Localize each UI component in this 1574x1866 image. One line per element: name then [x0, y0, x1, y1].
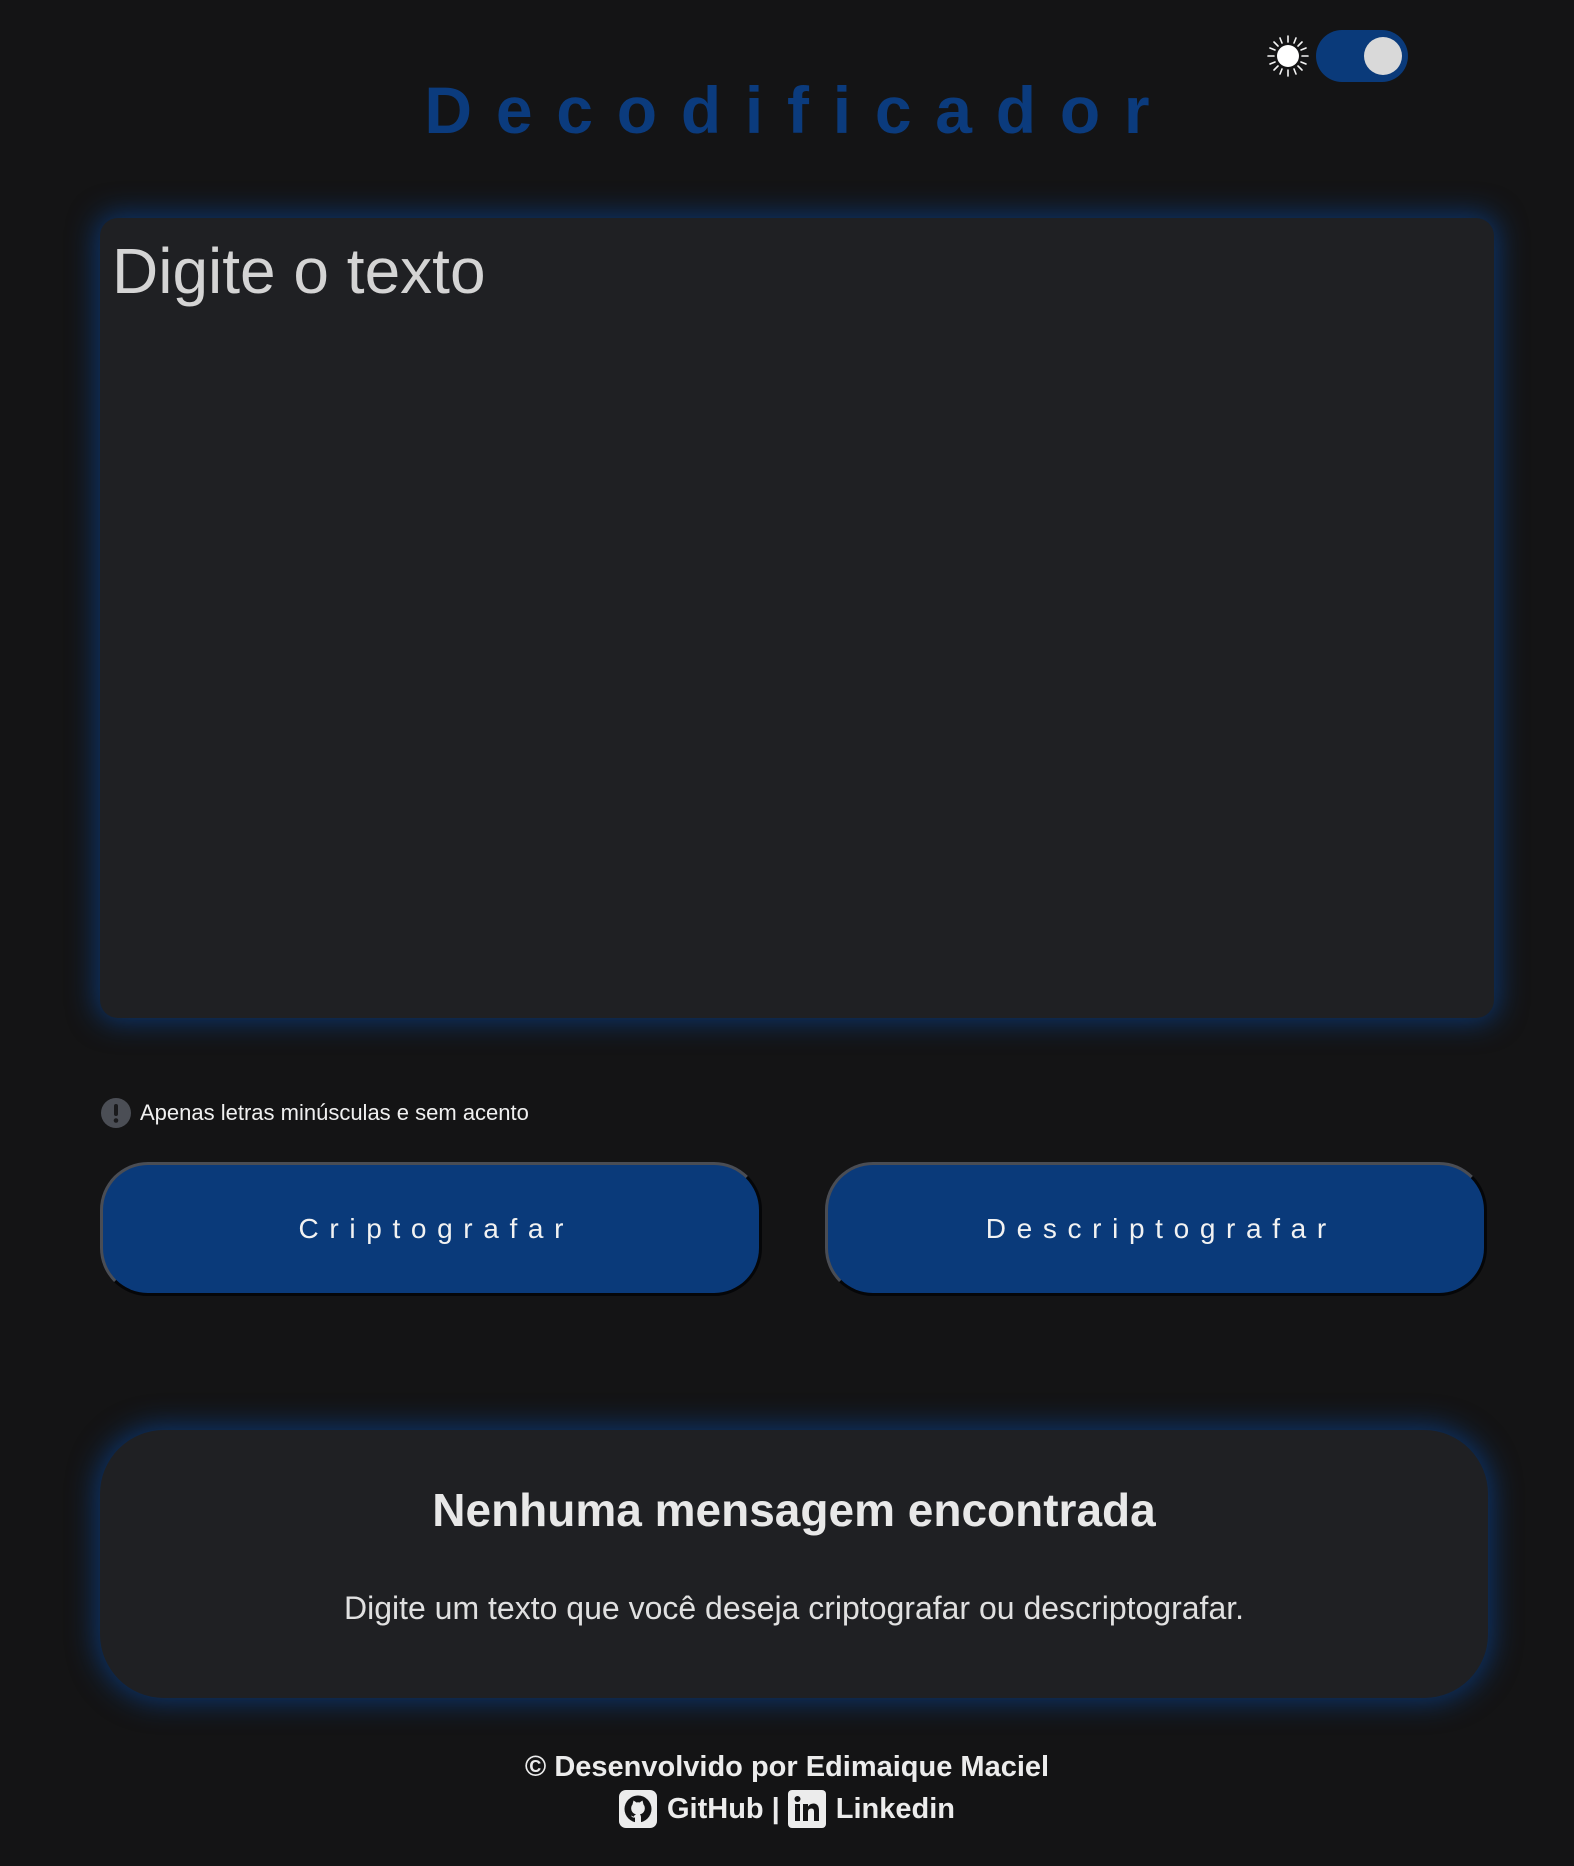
linkedin-icon [787, 1790, 826, 1828]
github-link[interactable]: GitHub [618, 1789, 764, 1829]
message-input[interactable] [100, 218, 1494, 1018]
footer: © Desenvolvido por Edimaique Maciel GitH… [0, 1747, 1574, 1829]
alert-circle-icon [101, 1098, 131, 1128]
github-icon [618, 1790, 657, 1828]
linkedin-label: Linkedin [835, 1793, 955, 1825]
linkedin-link[interactable]: Linkedin [787, 1789, 955, 1829]
result-title: Nenhuma mensagem encontrada [432, 1484, 1156, 1536]
hint-text: Apenas letras minúsculas e sem acento [140, 1100, 529, 1125]
link-separator: | [771, 1793, 780, 1825]
footer-links: GitHub | Linkedin [0, 1789, 1574, 1829]
footer-credit: © Desenvolvido por Edimaique Maciel [524, 1751, 1050, 1783]
encrypt-button[interactable]: Criptografar [100, 1162, 762, 1296]
result-panel: Nenhuma mensagem encontrada Digite um te… [100, 1430, 1488, 1698]
github-label: GitHub [666, 1793, 764, 1825]
result-description: Digite um texto que você deseja criptogr… [343, 1590, 1245, 1626]
decrypt-button[interactable]: Descriptografar [825, 1162, 1487, 1296]
page-title: Decodificador [424, 73, 1174, 147]
input-hint: Apenas letras minúsculas e sem acento [100, 1097, 529, 1129]
